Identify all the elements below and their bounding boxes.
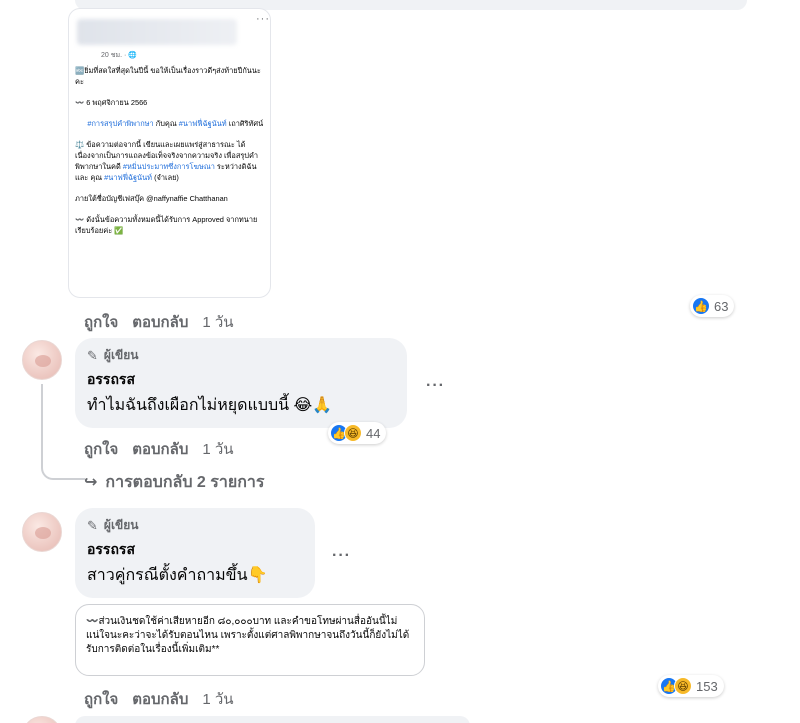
reaction-summary[interactable]: 👍 😆 153 — [658, 675, 724, 697]
comment-text: ทำไมฉันถึงเผือกไม่หยุดแบบนี้ 😂🙏 — [87, 397, 333, 414]
comment-timestamp[interactable]: 1 วัน — [202, 691, 233, 708]
pencil-icon: ✎ — [87, 347, 98, 363]
comment-text: สาวคู่กรณีตั้งคำถามขึ้น👇 — [87, 567, 268, 584]
post-paragraph: ⚖️ ข้อความต่อจากนี้ เขียนและเผยแพร่สู่สา… — [75, 139, 268, 183]
reaction-count: 63 — [714, 298, 729, 314]
comment-bubble: ✎ ผู้เขียน อรรถรส สาวคู่กรณีตั้งคำถามขึ้… — [75, 508, 315, 598]
reply-button[interactable]: ตอบกลับ — [132, 314, 188, 331]
post-paragraph: ภายใต้ชื่อบัญชีเฟสบุ๊ค @naffynaffie Chat… — [75, 194, 228, 203]
like-button[interactable]: ถูกใจ — [84, 691, 118, 708]
author-badge-label: ผู้เขียน — [103, 348, 139, 362]
shared-post-card[interactable]: ··· 20 ชม. · 🌐 🔤ยิ่มที่สดใสที่สุดในปีนี้… — [68, 8, 271, 298]
hashtag-link[interactable]: #หมิ่นประมาทซึ่งการโฆษณา — [123, 162, 215, 171]
post-text: กับคุณ — [153, 119, 179, 128]
post-paragraph: 〰️ 6 พฤศจิกายน 2566 — [75, 98, 148, 107]
more-options-icon[interactable]: ··· — [332, 547, 351, 565]
author-name[interactable]: อรรถรส — [87, 369, 395, 391]
comment-timestamp[interactable]: 1 วัน — [202, 314, 233, 331]
reaction-count: 153 — [696, 678, 718, 694]
post-text: เถาศิริทัศน์ — [226, 119, 264, 128]
post-paragraph: #การสรุปคำพิพากษา กับคุณ #นาฟฟี่ฉัฐนันท์… — [75, 118, 268, 129]
post-paragraph: 〰️ ดังนั้นข้อความทั้งหมดนี้ได้รับการ App… — [75, 215, 258, 235]
reaction-summary[interactable]: 👍 😆 44 — [328, 422, 387, 444]
more-options-icon[interactable]: ··· — [426, 377, 445, 395]
comment-actions: ถูกใจ ตอบกลับ 1 วัน — [84, 437, 248, 461]
view-replies-label: การตอบกลับ 2 รายการ — [105, 474, 265, 491]
post-paragraph: 🔤ยิ่มที่สดใสที่สุดในปีนี้ ขอให้เป็นเรื่อ… — [75, 66, 261, 86]
pencil-icon: ✎ — [87, 517, 98, 533]
avatar[interactable] — [22, 512, 62, 552]
reply-arrow-icon: ↪ — [84, 474, 98, 491]
post-text: (จำเลย) — [152, 173, 179, 182]
view-replies-link[interactable]: ↪ การตอบกลับ 2 รายการ — [84, 470, 264, 495]
avatar[interactable] — [22, 340, 62, 380]
like-button[interactable]: ถูกใจ — [84, 441, 118, 458]
author-name[interactable]: อรรถรส — [87, 539, 303, 561]
haha-icon: 😆 — [344, 424, 362, 442]
hashtag-link[interactable]: #การสรุปคำพิพากษา — [87, 119, 153, 128]
quoted-text-box: 〰️ส่วนเงินชดใช้ค่าเสียหายอีก ๘๐,๐๐๐บาท แ… — [75, 604, 425, 676]
like-icon: 👍 — [692, 297, 710, 315]
post-more-icon[interactable]: ··· — [256, 13, 270, 25]
hashtag-link[interactable]: #นาฟฟี่ฉัฐนันท์ — [179, 119, 227, 128]
hashtag-link[interactable]: #นาฟฟี่ฉัฐนันท์ — [104, 173, 152, 182]
post-timestamp: 20 ชม. · 🌐 — [101, 52, 137, 59]
comment-timestamp[interactable]: 1 วัน — [202, 441, 233, 458]
author-badge: ✎ ผู้เขียน — [87, 346, 395, 365]
post-body: 🔤ยิ่มที่สดใสที่สุดในปีนี้ ขอให้เป็นเรื่อ… — [75, 65, 268, 246]
comment-bubble: ✎ ผู้เขียน อรรถรส ทำไมฉันถึงเผือกไม่หยุด… — [75, 338, 407, 428]
haha-icon: 😆 — [674, 677, 692, 695]
comment-actions: ถูกใจ ตอบกลับ 1 วัน — [84, 310, 248, 334]
avatar[interactable] — [22, 716, 62, 723]
reaction-count: 44 — [366, 425, 381, 441]
next-comment-bubble — [75, 716, 470, 723]
reply-button[interactable]: ตอบกลับ — [132, 441, 188, 458]
blurred-author-name — [77, 19, 237, 45]
author-badge-label: ผู้เขียน — [103, 518, 139, 532]
like-button[interactable]: ถูกใจ — [84, 314, 118, 331]
reaction-summary[interactable]: 👍 63 — [690, 295, 735, 317]
reply-button[interactable]: ตอบกลับ — [132, 691, 188, 708]
comment-actions: ถูกใจ ตอบกลับ 1 วัน — [84, 687, 248, 711]
author-badge: ✎ ผู้เขียน — [87, 516, 303, 535]
